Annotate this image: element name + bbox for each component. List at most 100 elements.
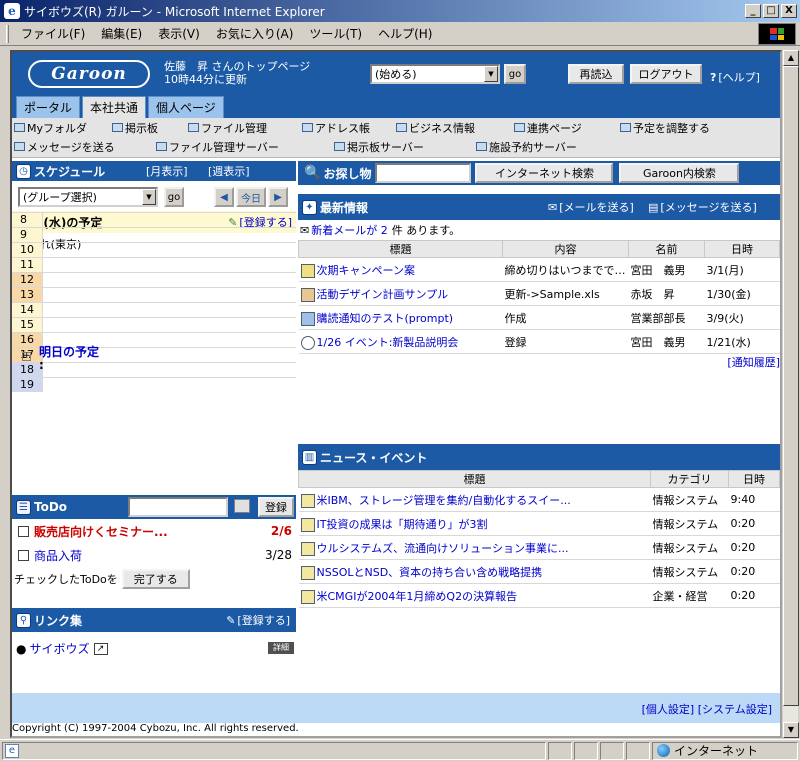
- hour-row[interactable]: 19: [12, 377, 296, 392]
- send-mail-link[interactable]: [メールを送る]: [559, 199, 634, 215]
- todo-complete-row: チェックしたToDoを 完了する: [12, 567, 296, 591]
- event-item-title[interactable]: 米CMGIが2004年1月締めQ2の決算報告: [317, 590, 518, 603]
- system-settings-link[interactable]: [システム設定]: [698, 703, 772, 716]
- folder-icon: [300, 311, 315, 326]
- book-icon: ▥: [302, 449, 317, 465]
- month-view-link[interactable]: [月表示]: [146, 163, 188, 179]
- nav-adjust-schedule[interactable]: 予定を調整する: [620, 120, 710, 136]
- new-mail-link[interactable]: 新着メールが 2: [311, 222, 388, 238]
- week-view-link[interactable]: [週表示]: [208, 163, 250, 179]
- links-register-link[interactable]: [登録する]: [237, 612, 290, 628]
- todo-input[interactable]: [128, 497, 228, 517]
- menu-tools[interactable]: ツール(T): [301, 25, 370, 42]
- news-item-title[interactable]: 1/26 イベント:新製品説明会: [317, 336, 459, 349]
- news-item-title[interactable]: 次期キャンペーン案: [317, 264, 415, 277]
- hour-row[interactable]: 8: [12, 212, 296, 227]
- menu-edit[interactable]: 編集(E): [93, 25, 150, 42]
- maximize-button[interactable]: □: [763, 4, 779, 18]
- hour-row[interactable]: 14: [12, 302, 296, 317]
- scroll-down-icon[interactable]: ▼: [783, 722, 799, 738]
- today-button[interactable]: 今日: [236, 187, 266, 207]
- linked-pages-icon: [514, 123, 525, 132]
- next-day-button[interactable]: ▶: [268, 187, 288, 207]
- tab-bar: ポータル 本社共通 個人ページ: [12, 96, 224, 118]
- nav-address-book[interactable]: アドレス帳: [302, 120, 370, 136]
- event-item-title[interactable]: ウルシステムズ、流通向けソリューション事業に...: [317, 542, 569, 555]
- schedule-title[interactable]: スケジュール: [34, 163, 105, 180]
- event-item-title[interactable]: NSSOLとNSD、資本の持ち合い含め戦略提携: [317, 566, 543, 579]
- menu-file[interactable]: ファイル(F): [13, 25, 93, 42]
- garoon-logo[interactable]: Garoon: [28, 60, 150, 88]
- nav-send-message[interactable]: メッセージを送る: [14, 139, 115, 155]
- hour-row[interactable]: 15: [12, 317, 296, 332]
- todo-title[interactable]: ToDo: [34, 500, 67, 514]
- external-window-icon[interactable]: ↗: [93, 642, 108, 655]
- start-select[interactable]: (始める) ▼: [370, 64, 500, 84]
- garoon-search-button[interactable]: Garoon内検索: [619, 163, 740, 183]
- vertical-scrollbar[interactable]: ▲ ▼: [782, 50, 799, 738]
- toolbar-grip[interactable]: [6, 24, 9, 43]
- hour-row[interactable]: 10: [12, 242, 296, 257]
- tomorrow-schedule-link[interactable]: 明日の予定: [39, 345, 99, 359]
- notification-history-link[interactable]: [通知履歴]: [727, 356, 780, 369]
- nav-linked-pages[interactable]: 連携ページ: [514, 120, 582, 136]
- news-item-date: 1/21(水): [704, 329, 780, 354]
- event-item-category: 企業・経営: [650, 583, 729, 608]
- nav-my-folder[interactable]: Myフォルダ: [14, 120, 87, 136]
- hour-row[interactable]: 13: [12, 287, 296, 302]
- tab-portal[interactable]: ポータル: [16, 96, 81, 118]
- personal-settings-link[interactable]: [個人設定]: [642, 703, 695, 716]
- close-button[interactable]: X: [781, 4, 797, 18]
- news-item-title[interactable]: 活動デザイン計画サンプル: [317, 288, 449, 301]
- nav-bulletin[interactable]: 掲示板: [112, 120, 158, 136]
- nav-business-info[interactable]: ビジネス情報: [396, 120, 475, 136]
- news-doc-icon: [300, 493, 315, 508]
- prev-day-button[interactable]: ◀: [214, 187, 234, 207]
- hour-row[interactable]: 9: [12, 227, 296, 242]
- nav-facility-server[interactable]: 施設予約サーバー: [476, 139, 577, 155]
- menu-help[interactable]: ヘルプ(H): [370, 25, 440, 42]
- news-item-title[interactable]: 購読通知のテスト(prompt): [317, 312, 454, 325]
- send-message-link[interactable]: [メッセージを送る]: [660, 199, 756, 215]
- nav-file-server[interactable]: ファイル管理サーバー: [156, 139, 279, 155]
- search-bar: 🔍 お探し物 インターネット検索 Garoon内検索: [298, 161, 780, 185]
- menu-view[interactable]: 表示(V): [150, 25, 208, 42]
- nav-file-management[interactable]: ファイル管理: [188, 120, 267, 136]
- start-go-button[interactable]: go: [504, 64, 526, 84]
- internet-search-button[interactable]: インターネット検索: [475, 163, 614, 183]
- menu-favorites[interactable]: お気に入り(A): [208, 25, 302, 42]
- scroll-up-icon[interactable]: ▲: [783, 50, 799, 66]
- complete-button[interactable]: 完了する: [121, 569, 190, 589]
- event-item-title[interactable]: 米IBM、ストレージ管理を集約/自動化するスイー...: [317, 494, 571, 507]
- todo-checkbox[interactable]: [18, 549, 29, 561]
- todo-checkbox[interactable]: [18, 525, 29, 537]
- minimize-button[interactable]: _: [745, 4, 761, 18]
- hour-row[interactable]: 12: [12, 272, 296, 287]
- news-item-name: 宮田 義男: [628, 329, 705, 354]
- tab-headoffice[interactable]: 本社共通: [82, 96, 147, 118]
- search-title: お探し物: [323, 166, 372, 181]
- reload-button[interactable]: 再読込: [568, 64, 624, 84]
- expand-icon[interactable]: +: [22, 352, 31, 361]
- logout-button[interactable]: ログアウト: [630, 64, 702, 84]
- todo-register-button[interactable]: 登録: [258, 497, 294, 517]
- calendar-icon[interactable]: [234, 499, 250, 513]
- group-go-button[interactable]: go: [164, 187, 184, 207]
- help-link[interactable]: [ヘルプ]: [718, 71, 760, 84]
- bulletin-icon: [112, 123, 123, 132]
- tab-personal[interactable]: 個人ページ: [148, 96, 224, 118]
- detail-button[interactable]: 詳細: [268, 642, 294, 654]
- todo-item-label[interactable]: 販売店向けくセミナー...: [34, 523, 168, 540]
- checklist-icon: ☰: [16, 499, 31, 515]
- links-title[interactable]: リンク集: [34, 612, 82, 629]
- hour-row[interactable]: 11: [12, 257, 296, 272]
- nav-bulletin-server[interactable]: 掲示板サーバー: [334, 139, 424, 155]
- search-input[interactable]: [375, 163, 472, 183]
- scroll-thumb[interactable]: [783, 66, 799, 706]
- todo-item-label[interactable]: 商品入荷: [34, 547, 82, 564]
- event-item-title[interactable]: IT投資の成果は「期待通り」が3割: [317, 518, 488, 531]
- link-cybozu[interactable]: サイボウズ: [29, 640, 89, 657]
- col-category: カテゴリ: [650, 470, 729, 488]
- group-select[interactable]: (グループ選択) ▼: [18, 187, 158, 207]
- bulletin-server-icon: [334, 142, 345, 151]
